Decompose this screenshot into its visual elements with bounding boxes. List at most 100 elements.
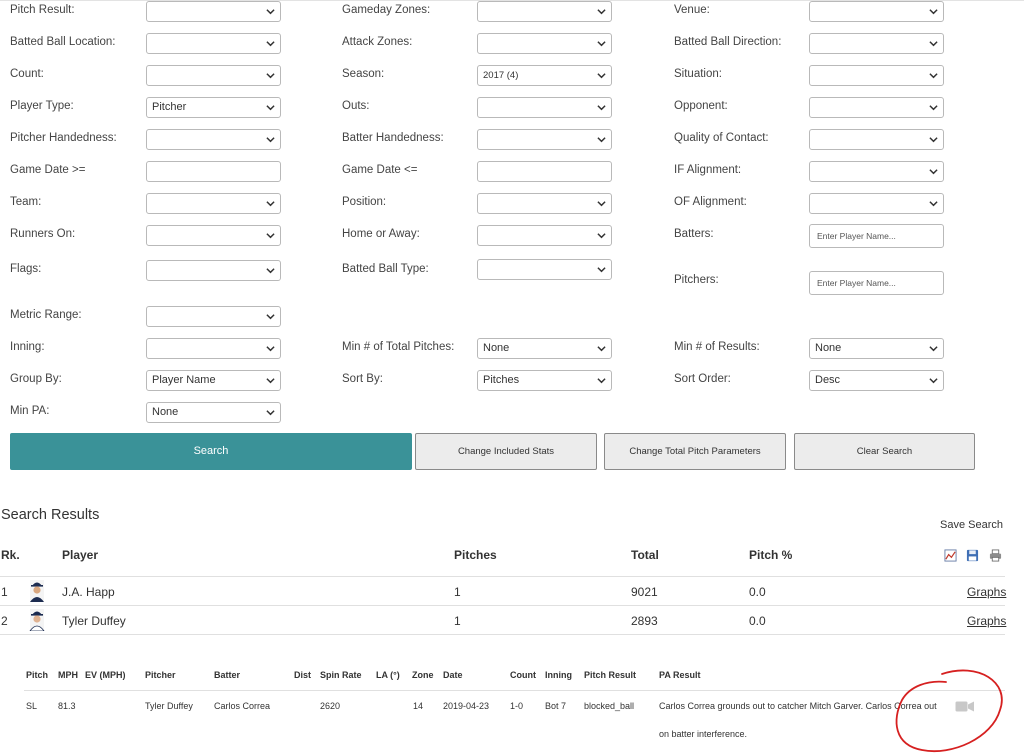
home-or-away-select[interactable] [477, 225, 612, 246]
team-select[interactable] [146, 193, 281, 214]
pitch-pct-column-header[interactable]: Pitch % [749, 548, 792, 562]
opponent-select[interactable] [809, 97, 944, 118]
min-results-value: None [815, 342, 842, 354]
min-total-pitches-select[interactable]: None [477, 338, 612, 359]
sort-order-select[interactable]: Desc [809, 370, 944, 391]
player-type-label: Player Type: [10, 100, 74, 112]
runners-on-select[interactable] [146, 225, 281, 246]
batted-ball-type-label: Batted Ball Type: [342, 263, 429, 275]
min-total-pitches-value: None [483, 342, 510, 354]
player-type-value: Pitcher [152, 101, 187, 113]
zone-cell: 14 [413, 701, 424, 711]
date-cell: 2019-04-23 [443, 701, 490, 711]
inning-select[interactable] [146, 338, 281, 359]
gameday-zones-select[interactable] [477, 1, 612, 22]
venue-label: Venue: [674, 4, 710, 16]
clear-search-button[interactable]: Clear Search [794, 433, 975, 470]
min-results-select[interactable]: None [809, 338, 944, 359]
change-total-pitch-parameters-button[interactable]: Change Total Pitch Parameters [604, 433, 786, 470]
min-pa-value: None [152, 406, 179, 418]
inning-column-header: Inning [545, 670, 572, 680]
count-cell: 1-0 [510, 701, 524, 711]
batter-cell: Carlos Correa [214, 701, 271, 711]
min-pa-select[interactable]: None [146, 402, 281, 423]
venue-select[interactable] [809, 1, 944, 22]
min-total-pitches-label: Min # of Total Pitches: [342, 341, 455, 353]
batted-ball-direction-label: Batted Ball Direction: [674, 36, 782, 48]
ev-column-header: EV (MPH) [85, 670, 126, 680]
chevron-down-icon [266, 233, 275, 239]
chevron-down-icon [929, 9, 938, 15]
row-player-name[interactable]: J.A. Happ [62, 585, 115, 599]
sort-order-value: Desc [815, 374, 841, 386]
quality-of-contact-select[interactable] [809, 129, 944, 150]
search-button[interactable]: Search [10, 433, 412, 470]
total-column-header[interactable]: Total [631, 548, 659, 562]
game-date-lte-input[interactable] [477, 161, 612, 182]
save-icon[interactable] [966, 549, 979, 562]
chevron-down-icon [266, 346, 275, 352]
season-select[interactable]: 2017 (4) [477, 65, 612, 86]
la-column-header: LA (°) [376, 670, 400, 680]
print-icon[interactable] [989, 549, 1002, 562]
chevron-down-icon [266, 105, 275, 111]
count-select[interactable] [146, 65, 281, 86]
row-divider [0, 576, 1005, 577]
row-player-name[interactable]: Tyler Duffey [62, 614, 126, 628]
position-select[interactable] [477, 193, 612, 214]
pitcher-cell: Tyler Duffey [145, 701, 193, 711]
of-alignment-select[interactable] [809, 193, 944, 214]
pa-result-column-header: PA Result [659, 670, 701, 680]
row-pitch-pct: 0.0 [749, 585, 766, 599]
pitchers-input[interactable]: Enter Player Name... [809, 271, 944, 295]
pitch-result-select[interactable] [146, 1, 281, 22]
gameday-zones-label: Gameday Zones: [342, 4, 431, 16]
situation-select[interactable] [809, 65, 944, 86]
pitcher-handedness-select[interactable] [146, 129, 281, 150]
player-avatar [30, 580, 44, 602]
change-included-stats-button[interactable]: Change Included Stats [415, 433, 597, 470]
player-column-header: Player [62, 548, 99, 562]
attack-zones-select[interactable] [477, 33, 612, 54]
batter-handedness-select[interactable] [477, 129, 612, 150]
game-date-gte-input[interactable] [146, 161, 281, 182]
chevron-down-icon [597, 201, 606, 207]
chevron-down-icon [929, 169, 938, 175]
row-total: 9021 [631, 585, 658, 599]
chevron-down-icon [266, 410, 275, 416]
player-avatar [29, 609, 45, 631]
zone-column-header: Zone [412, 670, 434, 680]
batter-handedness-label: Batter Handedness: [342, 132, 444, 144]
outs-label: Outs: [342, 100, 370, 112]
pitchers-label: Pitchers: [674, 274, 719, 286]
situation-label: Situation: [674, 68, 722, 80]
row-pitches: 1 [454, 585, 461, 599]
runners-on-label: Runners On: [10, 228, 76, 240]
batted-ball-type-select[interactable] [477, 259, 612, 280]
chart-icon[interactable] [944, 549, 957, 562]
chevron-down-icon [597, 267, 606, 273]
save-search-link[interactable]: Save Search [940, 519, 1003, 531]
flags-select[interactable] [146, 260, 281, 281]
chevron-down-icon [597, 346, 606, 352]
batted-ball-direction-select[interactable] [809, 33, 944, 54]
chevron-down-icon [597, 41, 606, 47]
flags-label: Flags: [10, 263, 42, 275]
batted-ball-location-select[interactable] [146, 33, 281, 54]
if-alignment-select[interactable] [809, 161, 944, 182]
outs-select[interactable] [477, 97, 612, 118]
graphs-link[interactable]: Graphs [967, 614, 1006, 628]
graphs-link[interactable]: Graphs [967, 585, 1006, 599]
search-results-heading: Search Results [1, 507, 100, 523]
min-results-label: Min # of Results: [674, 341, 760, 353]
pitch-result-cell: blocked_ball [584, 701, 635, 711]
player-type-select[interactable]: Pitcher [146, 97, 281, 118]
pitch-column-header: Pitch [26, 670, 49, 680]
row-rank: 1 [1, 585, 8, 599]
sort-by-select[interactable]: Pitches [477, 370, 612, 391]
group-by-select[interactable]: Player Name [146, 370, 281, 391]
batters-input[interactable]: Enter Player Name... [809, 224, 944, 248]
inning-label: Inning: [10, 341, 45, 353]
pitches-column-header[interactable]: Pitches [454, 548, 497, 562]
metric-range-select[interactable] [146, 306, 281, 327]
